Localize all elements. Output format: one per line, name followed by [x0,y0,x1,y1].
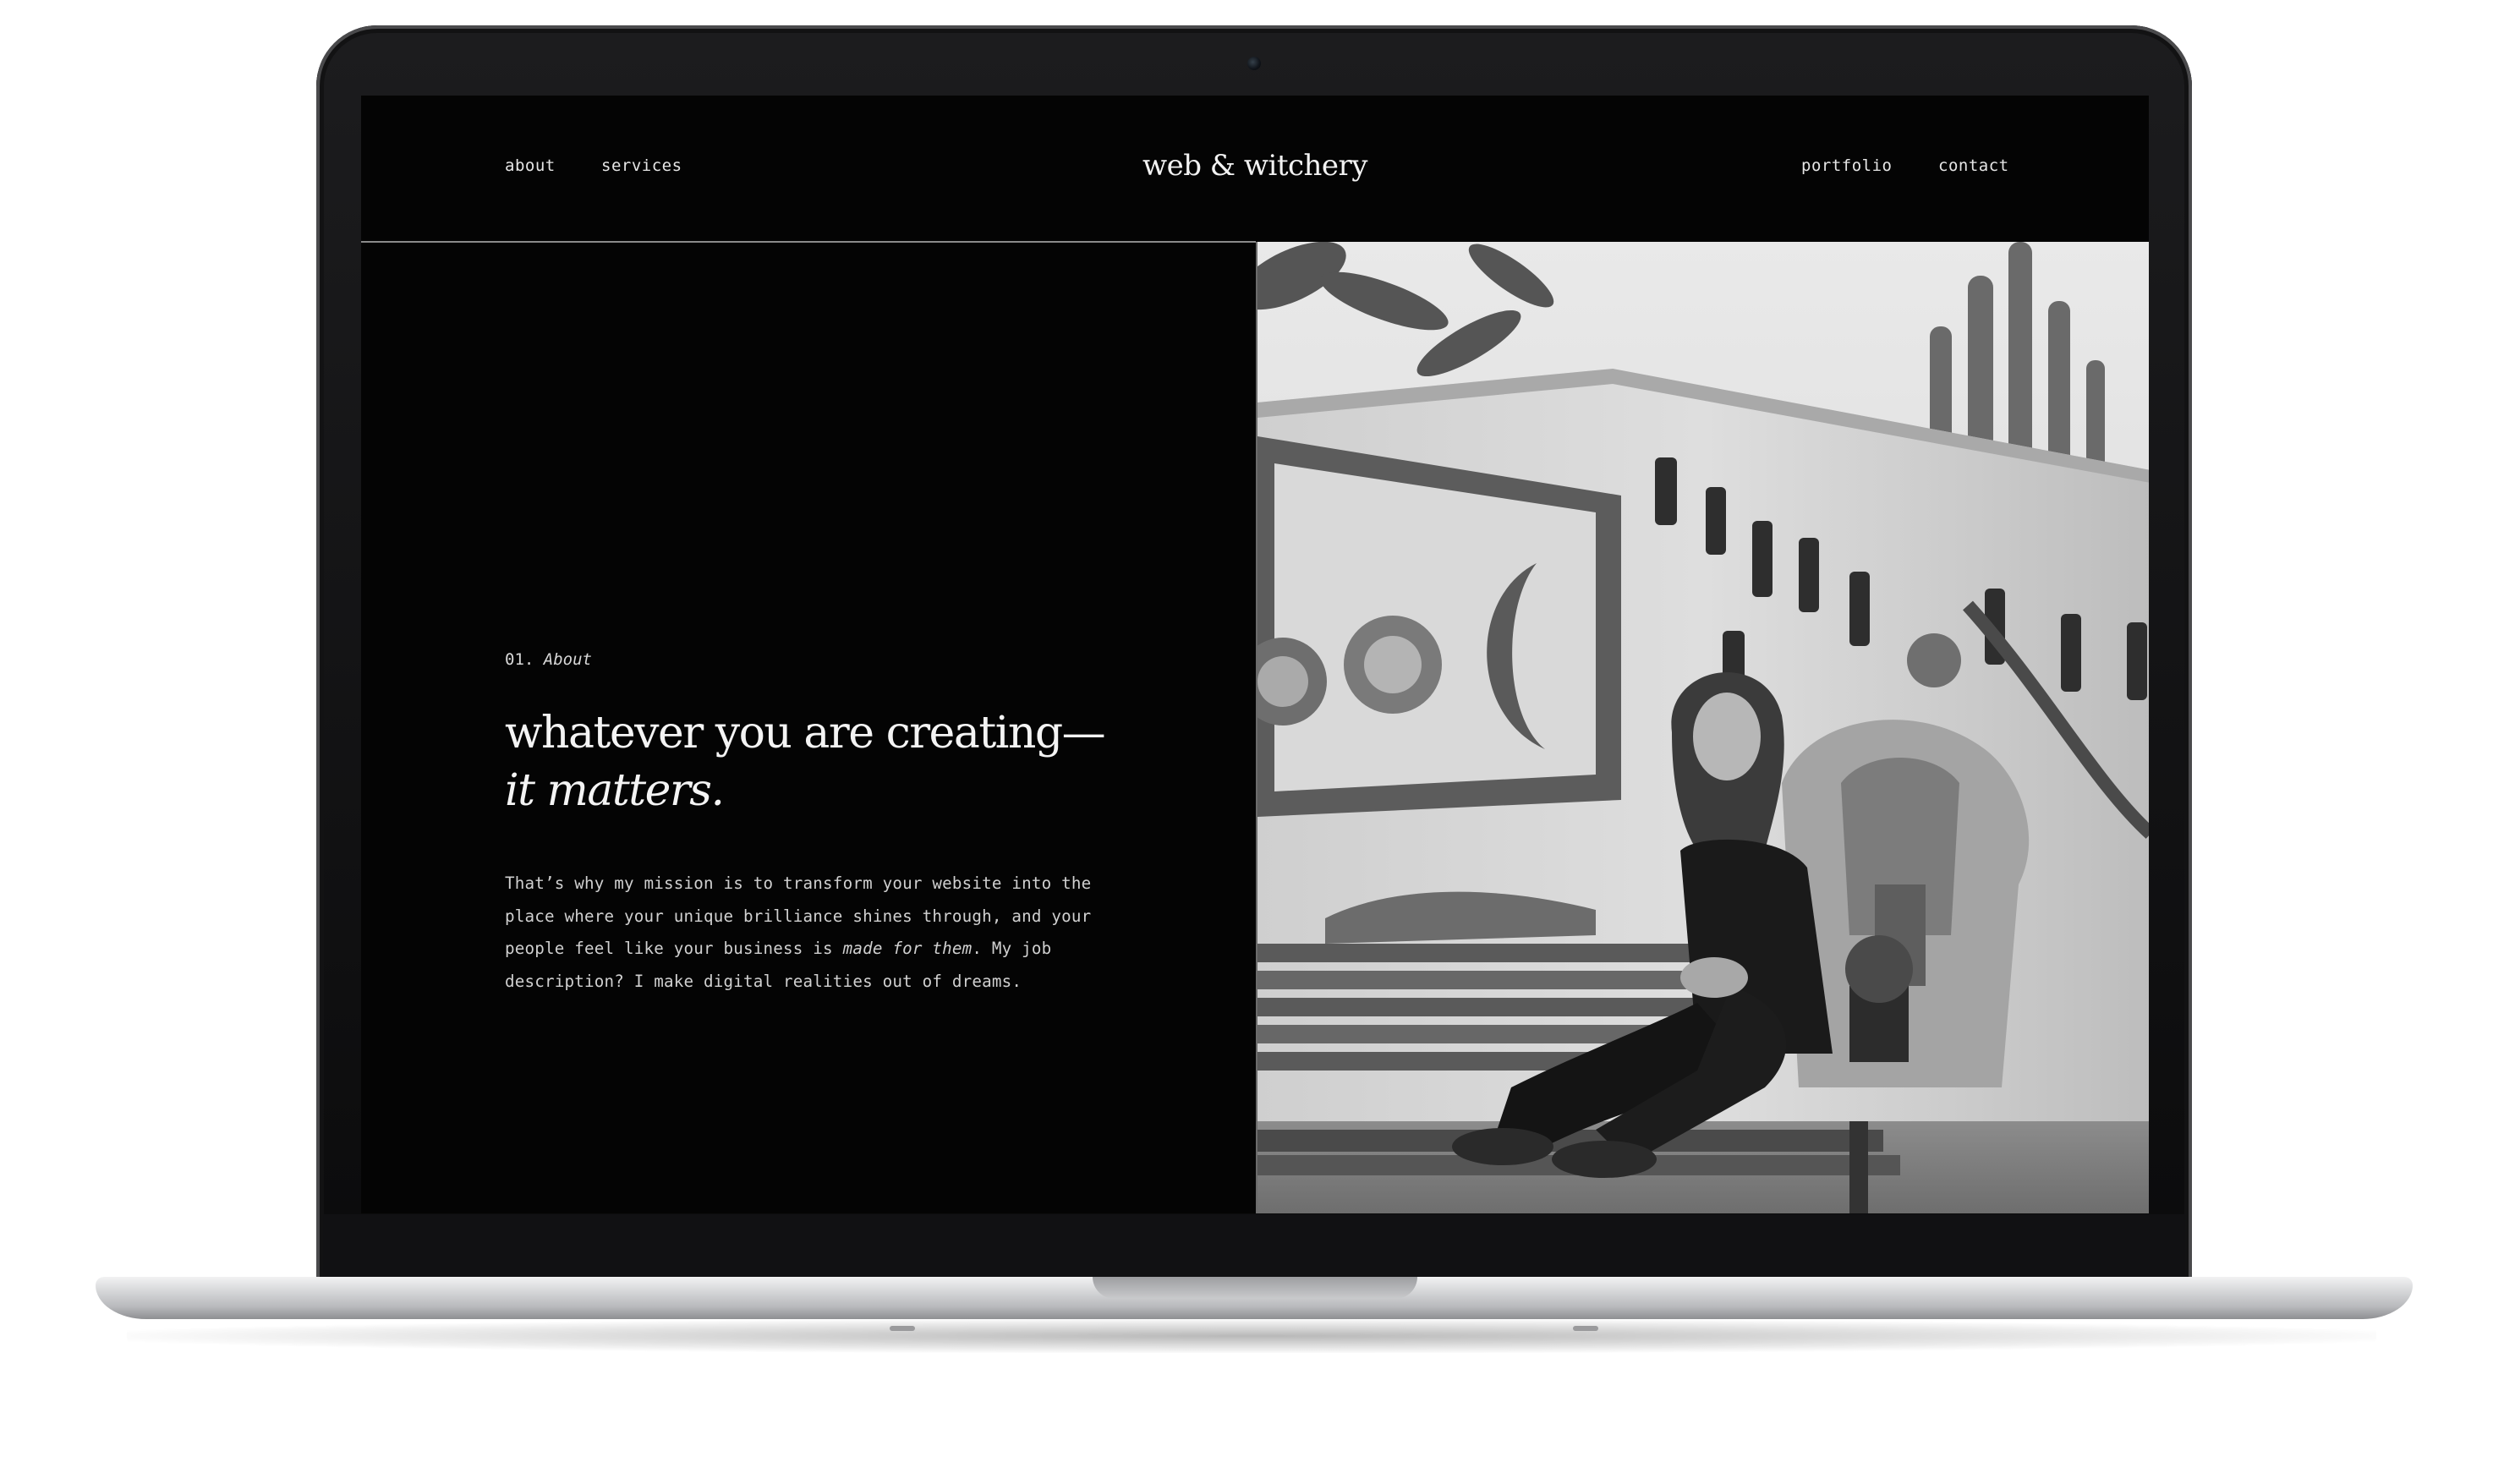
headline-italic: it matters. [505,765,725,816]
nav-link-portfolio[interactable]: portfolio [1801,156,1892,175]
section-eyebrow: 01. About [505,650,592,669]
section-label: About [543,650,592,669]
laptop-shadow [127,1319,2376,1353]
potted-plant [1845,935,1913,1062]
top-navigation: about services web & witchery portfolio … [361,96,2149,241]
body-text-emphasis: made for them [842,939,973,958]
carved-wood-frame [1257,436,1621,817]
about-photo [1256,242,2149,1213]
laptop-foot [1573,1326,1598,1331]
laptop-foot [890,1326,915,1331]
headline-plain: whatever you are creating— [505,708,1106,758]
about-body-text: That’s why my mission is to transform yo… [505,868,1114,998]
section-divider [361,241,1256,243]
laptop-mockup-scene: about services web & witchery portfolio … [0,0,2504,1484]
about-headline: whatever you are creating— it matters. [505,704,1114,819]
section-number: 01. [505,650,534,669]
portrait-image [1257,242,2149,1213]
webcam-icon [1247,57,1261,70]
nav-link-contact[interactable]: contact [1938,156,2009,175]
laptop-opening-notch [1093,1277,1417,1299]
website-screen: about services web & witchery portfolio … [361,96,2149,1213]
